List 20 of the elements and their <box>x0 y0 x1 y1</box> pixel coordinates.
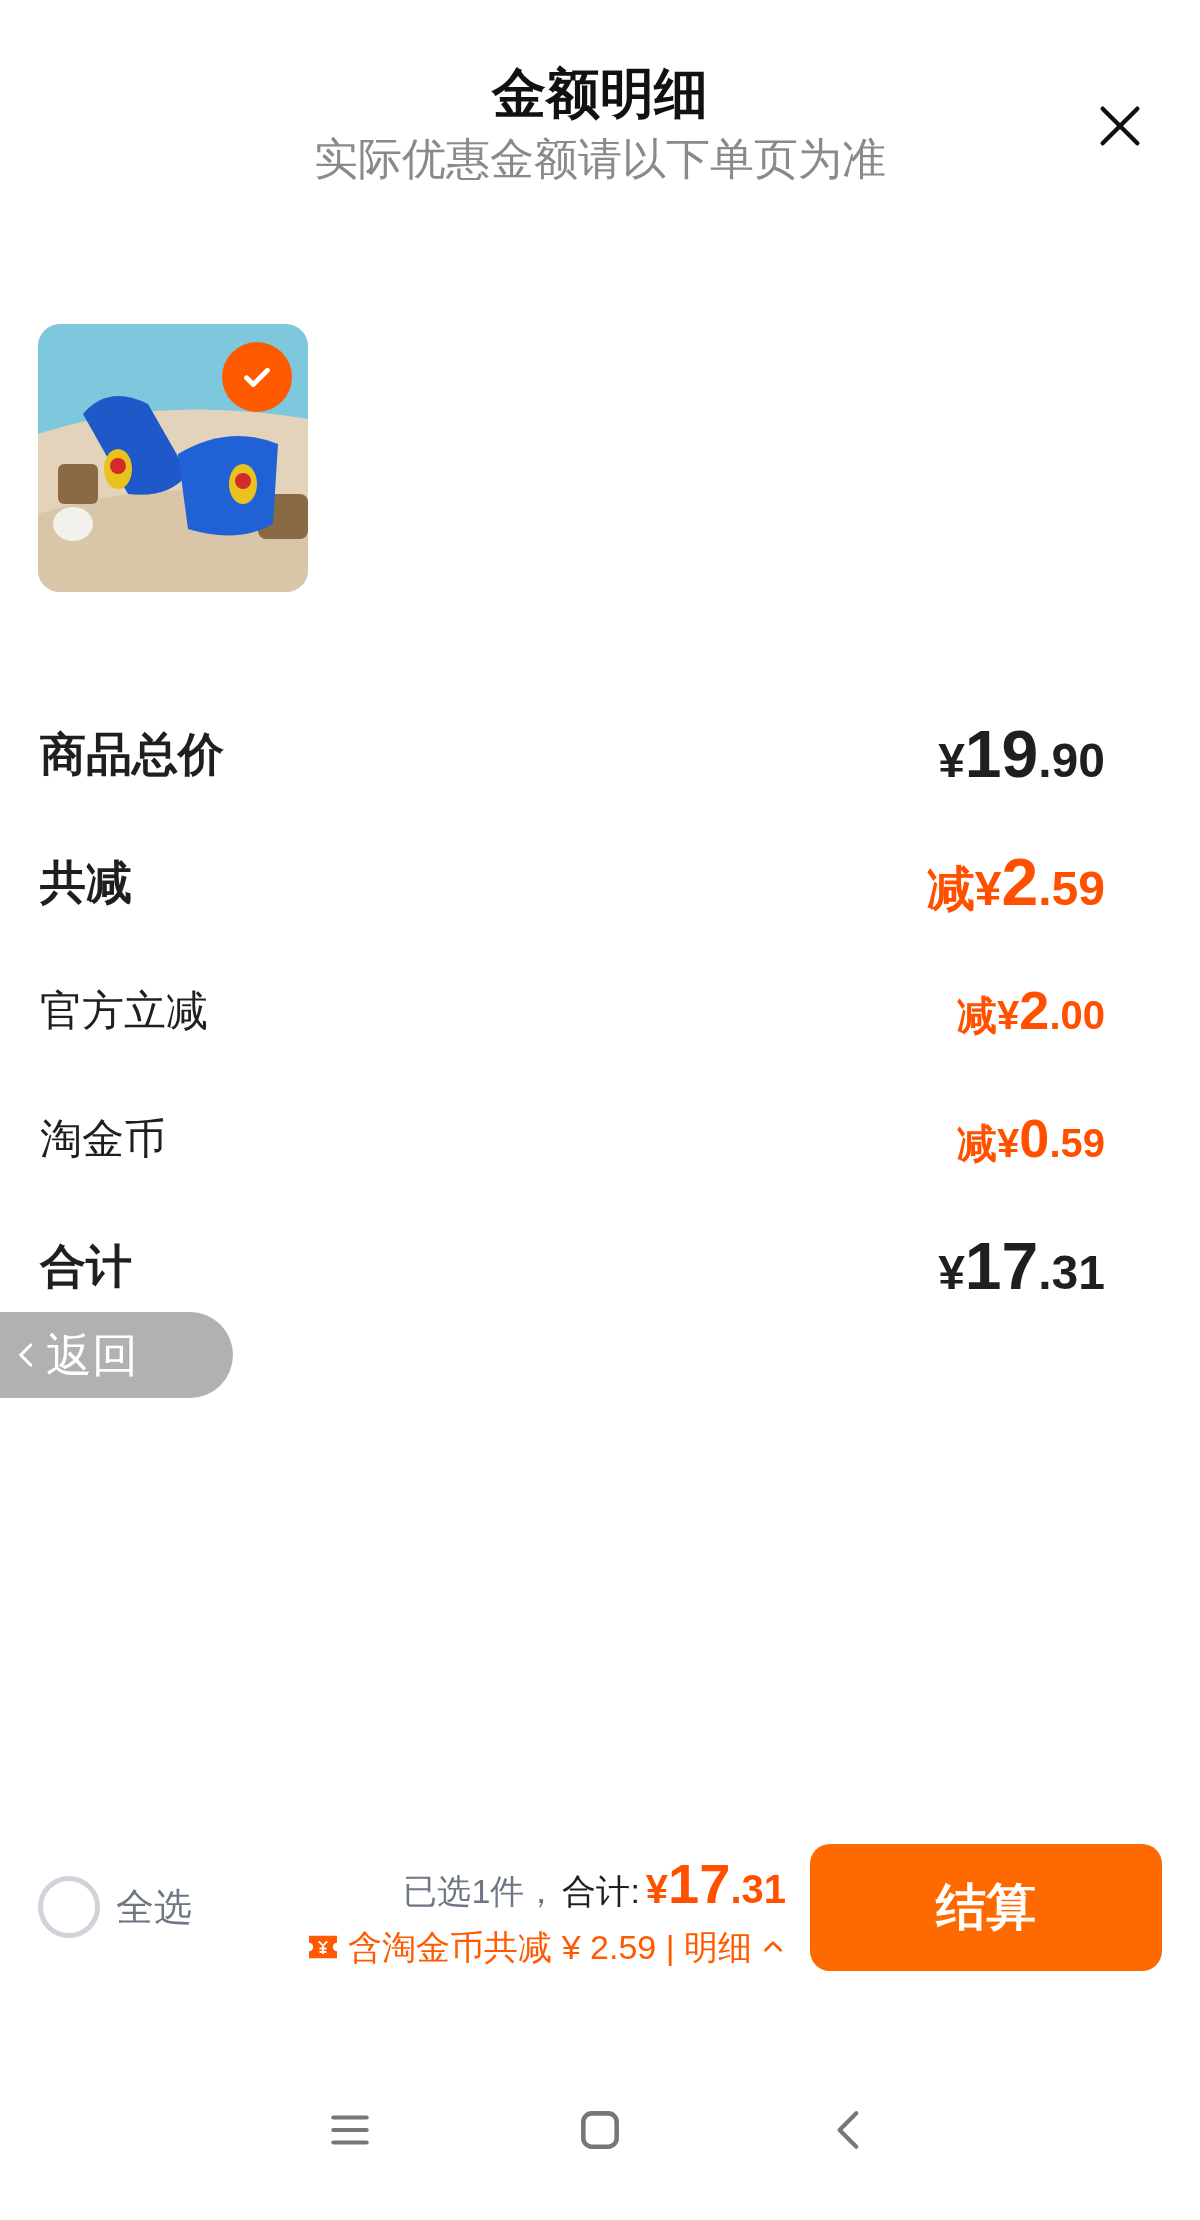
checkout-button[interactable]: 结算 <box>810 1843 1162 1971</box>
row-amount: 减¥0.59 <box>957 1106 1105 1170</box>
row-label: 官方立减 <box>40 985 208 1036</box>
row-label: 商品总价 <box>40 726 224 782</box>
select-all-label[interactable]: 全选 <box>116 1878 192 1936</box>
sheet-subtitle: 实际优惠金额请以下单页为准 <box>314 133 886 185</box>
selected-count: 已选1件， <box>403 1870 559 1912</box>
savings-details-link[interactable]: 含淘金币共减 ¥ 2.59 | 明细 <box>348 1921 752 1973</box>
select-all-checkbox[interactable] <box>38 1876 100 1938</box>
row-amount: 减¥2.59 <box>926 843 1105 921</box>
row-label: 合计 <box>40 1238 132 1294</box>
back-button[interactable]: 返回 <box>0 1312 233 1398</box>
row-amount: ¥19.90 <box>938 715 1105 793</box>
sum-label: 合计: <box>562 1870 640 1912</box>
row-amount: 减¥2.00 <box>957 978 1105 1042</box>
row-amount: ¥17.31 <box>938 1227 1105 1305</box>
sheet-title: 金额明细 <box>492 62 708 125</box>
row-label: 淘金币 <box>40 1113 166 1164</box>
sum-amount: ¥17.31 <box>645 1850 786 1917</box>
row-label: 共减 <box>40 854 132 910</box>
